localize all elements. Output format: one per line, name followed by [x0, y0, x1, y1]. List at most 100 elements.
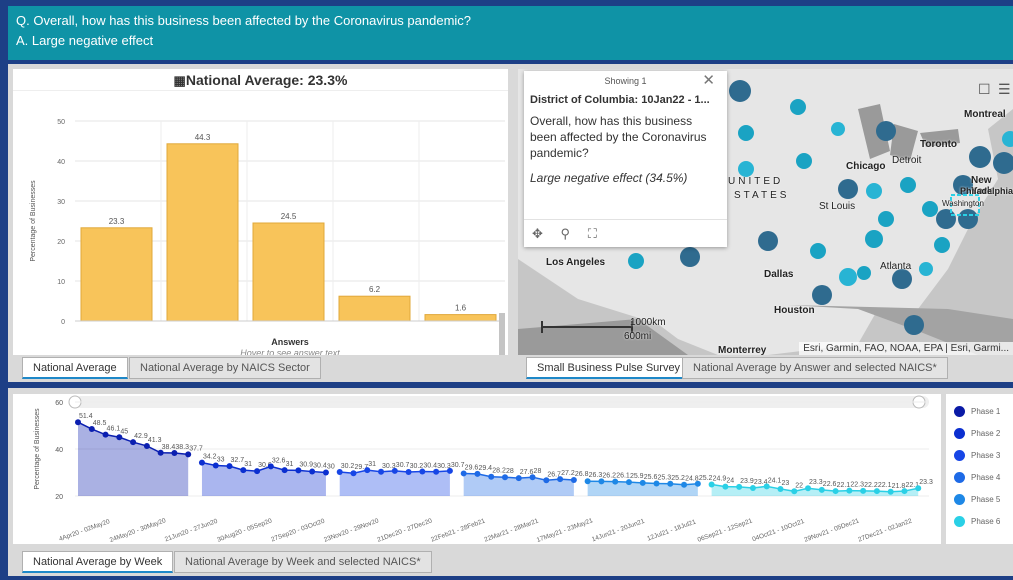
- data-label: 25.3: [658, 475, 672, 482]
- location-dot: [876, 121, 896, 141]
- location-dot: [958, 209, 978, 229]
- data-label: 24.9: [713, 475, 727, 482]
- bookmark-icon[interactable]: ☐: [978, 81, 991, 98]
- legend-dot-icon: [954, 472, 965, 484]
- legend-dot-icon: [954, 494, 965, 506]
- location-dot: [878, 211, 894, 227]
- location-dot: [838, 179, 858, 199]
- y-tick-label: 20: [57, 239, 65, 246]
- data-label: 30.4: [313, 463, 327, 470]
- y-tick-label: 0: [61, 319, 65, 326]
- data-label: 28: [506, 468, 514, 475]
- data-label: 23.3: [809, 479, 823, 486]
- legend-item[interactable]: Phase 5: [954, 494, 1000, 506]
- data-label: 33: [217, 456, 225, 463]
- legend-item[interactable]: Phase 3: [954, 450, 1000, 462]
- x-tick-label: 12Jul21 - 18Jul21: [646, 518, 697, 542]
- zoom-icon[interactable]: ⚲: [561, 226, 571, 241]
- y-tick-label: 10: [57, 279, 65, 286]
- location-dot: [628, 253, 644, 269]
- map-attribution[interactable]: Esri, Garmin, FAO, NOAA, EPA | Esri, Gar…: [799, 342, 1013, 355]
- location-dot: [738, 125, 754, 141]
- y-tick-label: 40: [55, 447, 63, 454]
- close-icon[interactable]: ✕: [702, 71, 715, 91]
- data-label: 25.9: [630, 473, 644, 480]
- tab-national-average-week-naics[interactable]: National Average by Week and selected NA…: [174, 551, 432, 573]
- data-label: 26.8: [575, 471, 589, 478]
- data-label: 38.4: [162, 444, 176, 451]
- tab-national-average-naics[interactable]: National Average by NAICS Sector: [129, 357, 321, 379]
- location-dot: [738, 161, 754, 177]
- x-axis-label: Answers: [271, 337, 309, 347]
- data-label: 26.1: [616, 473, 630, 480]
- map-label-houston: Houston: [774, 305, 815, 316]
- data-label: 24: [726, 478, 734, 485]
- scale-mi: 600mi: [624, 331, 652, 342]
- legend-item[interactable]: Phase 6: [954, 516, 1000, 528]
- legend-label: Phase 6: [971, 517, 1001, 526]
- data-label: 31: [244, 461, 252, 468]
- data-label: 51.4: [79, 413, 93, 420]
- map-label-monterrey: Monterrey: [718, 345, 767, 355]
- map-label-atlanta: Atlanta: [880, 261, 912, 272]
- data-label: 23.3: [919, 479, 933, 486]
- data-label: 24.1: [768, 477, 782, 484]
- data-label: 32.7: [231, 457, 245, 464]
- map-panel[interactable]: Montreal Toronto Chicago Detroit New Yor…: [518, 69, 1013, 355]
- location-dot: [900, 177, 916, 193]
- popup-answer: Large negative effect (34.5%): [530, 171, 688, 185]
- middle-section: ▦National Average: 23.3% 0 10 20 30 40 50 23.3…: [8, 64, 1013, 382]
- location-dot: [810, 243, 826, 259]
- chart-title: ▦National Average: 23.3%: [13, 69, 508, 91]
- series-area: [78, 422, 189, 496]
- tab-small-business-pulse[interactable]: Small Business Pulse Survey: [526, 357, 692, 379]
- tab-national-average[interactable]: National Average: [22, 357, 128, 379]
- x-tick-label: 21Dec20 - 27Dec20: [376, 517, 433, 543]
- legend-label: Phase 2: [971, 429, 1001, 438]
- x-tick-label: 24May20 - 30May20: [109, 517, 167, 544]
- data-label: 48.5: [93, 420, 107, 427]
- data-label: 22.2: [864, 482, 878, 489]
- data-label: 25.2: [699, 475, 713, 482]
- map-label-montreal: Montreal: [964, 109, 1006, 120]
- map-label-states: STATES: [734, 190, 790, 201]
- fullscreen-icon[interactable]: ⛶: [588, 226, 597, 241]
- x-tick-label: 14Jun21 - 20Jun21: [591, 518, 646, 544]
- location-dot: [831, 122, 845, 136]
- map-label-washington: Washington: [942, 199, 984, 208]
- data-label: 22.3: [850, 482, 864, 489]
- x-tick-label: 27Dec21 - 02Jan22: [857, 517, 913, 543]
- scrollbar: [499, 313, 505, 355]
- data-label: 23.9: [740, 478, 754, 485]
- x-tick-label: 17May21 - 23May21: [536, 517, 594, 544]
- data-label: 46.1: [107, 426, 121, 433]
- tab-national-average-answer-naics[interactable]: National Average by Answer and selected …: [682, 357, 948, 379]
- data-label: 29.4: [478, 465, 492, 472]
- bar-chart: 0 10 20 30 40 50 23.3 44.3 24.5 6.2 1.6 AnswersHove…: [30, 119, 505, 355]
- legend-item[interactable]: Phase 1: [954, 406, 1000, 418]
- x-tick-label: 04Oct21 - 10Oct21: [751, 518, 805, 543]
- legend-dot-icon: [954, 406, 965, 418]
- location-dot: [969, 146, 991, 168]
- data-label: 25.2: [671, 475, 685, 482]
- data-label: 30.2: [341, 463, 355, 470]
- bar: [338, 295, 411, 322]
- weekly-chart[interactable]: 20 40 60 Percentage of Businesses 51.448.546…: [13, 394, 941, 544]
- data-label: 23: [781, 480, 789, 487]
- legend-item[interactable]: Phase 2: [954, 428, 1000, 440]
- y-tick-label: 40: [57, 159, 65, 166]
- data-label: 22.1: [878, 482, 892, 489]
- x-tick-label: 4Apr20 - 02May20: [58, 518, 111, 543]
- y-tick-label: 50: [57, 119, 65, 126]
- tab-national-average-week[interactable]: National Average by Week: [22, 551, 174, 573]
- popup-header: Showing 1 ✕: [524, 71, 727, 91]
- scale-km: 1000km: [630, 317, 666, 328]
- pan-icon[interactable]: ✥: [532, 226, 543, 241]
- location-dot: [892, 269, 912, 289]
- legend-dot-icon: [954, 516, 965, 528]
- map-popup: Showing 1 ✕ District of Columbia: 10Jan2…: [524, 71, 727, 247]
- map-label-st-louis: St Louis: [819, 201, 856, 212]
- x-tick-label: 27Sep20 - 03Oct20: [270, 518, 326, 544]
- legend-item[interactable]: Phase 4: [954, 472, 1000, 484]
- list-icon[interactable]: ☰: [998, 81, 1011, 98]
